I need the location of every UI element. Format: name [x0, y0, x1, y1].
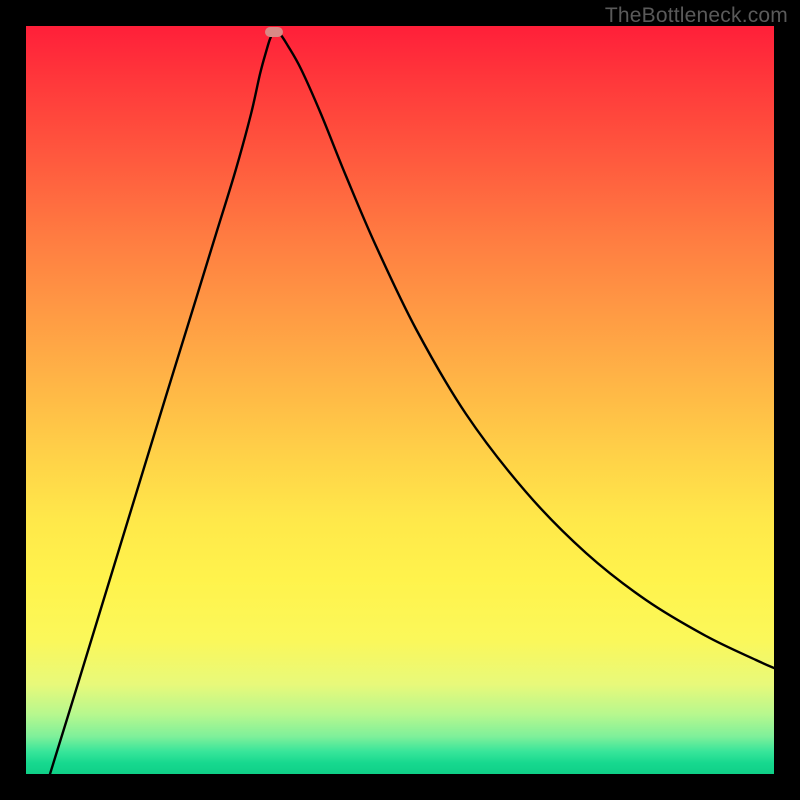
- minimum-marker: [265, 27, 283, 37]
- bottleneck-curve-path: [50, 32, 774, 774]
- chart-curve-svg: [26, 26, 774, 774]
- watermark-text: TheBottleneck.com: [605, 4, 788, 28]
